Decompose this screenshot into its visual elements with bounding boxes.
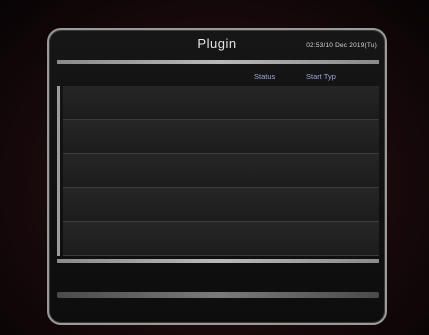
plugin-list[interactable] (57, 86, 379, 256)
footer-bar (57, 292, 379, 298)
table-row[interactable] (63, 222, 379, 256)
table-row[interactable] (63, 154, 379, 188)
table-row[interactable] (63, 120, 379, 154)
plugin-dialog: Plugin 02:53/10 Dec 2019(Tu) Status Star… (47, 28, 387, 325)
table-row[interactable] (63, 188, 379, 222)
top-divider (57, 60, 379, 64)
clock-readout: 02:53/10 Dec 2019(Tu) (306, 42, 377, 49)
table-row[interactable] (63, 86, 379, 120)
table-header: Status Start Typ (57, 70, 379, 84)
column-header-status: Status (254, 72, 276, 81)
bottom-divider (57, 259, 379, 263)
column-header-start-type: Start Typ (306, 72, 336, 81)
scrollbar[interactable] (57, 86, 60, 256)
